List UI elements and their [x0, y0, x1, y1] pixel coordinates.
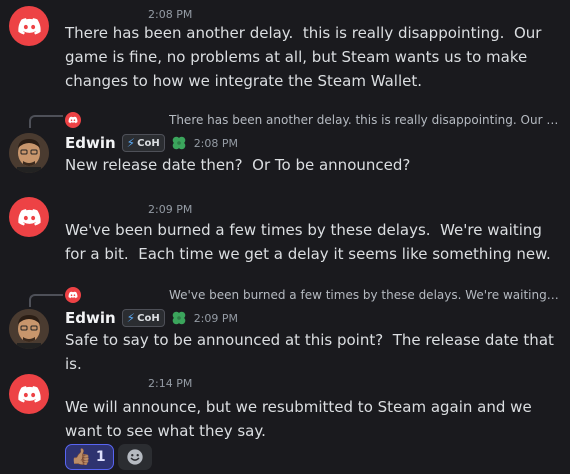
- message-text: New release date then? Or To be announce…: [65, 156, 411, 174]
- message-timestamp: 2:08 PM: [148, 8, 193, 21]
- clover-icon[interactable]: [170, 134, 188, 152]
- user-avatar-edwin[interactable]: [9, 309, 49, 349]
- username[interactable]: Edwin: [65, 134, 116, 152]
- lightning-icon: ⚡: [126, 311, 136, 325]
- smiley-icon: [127, 449, 143, 465]
- message-header: Edwin ⚡ CoH 2:08 PM: [65, 133, 238, 153]
- username[interactable]: Edwin: [65, 309, 116, 327]
- message-text: We will announce, but we resubmitted to …: [65, 398, 537, 440]
- discord-logo-icon: [68, 116, 78, 124]
- add-reaction-button[interactable]: [117, 444, 152, 470]
- message-timestamp: 2:08 PM: [193, 136, 239, 150]
- discord-logo-icon: [17, 208, 41, 226]
- reaction-count: 1: [95, 449, 106, 465]
- reaction-thumbs-up[interactable]: 👍🏽 1: [65, 444, 114, 470]
- message-timestamp: 2:09 PM: [148, 203, 193, 216]
- reply-preview-text[interactable]: There has been another delay. this is re…: [169, 113, 562, 127]
- discord-logo-icon: [17, 385, 41, 403]
- clover-icon[interactable]: [170, 309, 188, 327]
- user-avatar-edwin[interactable]: [9, 133, 49, 173]
- message-text: We've been burned a few times by these d…: [65, 221, 551, 263]
- discord-avatar[interactable]: [9, 197, 49, 237]
- clan-tag[interactable]: ⚡ CoH: [121, 309, 165, 327]
- thumbs-up-icon: 👍🏽: [71, 447, 91, 466]
- message-timestamp: 2:09 PM: [193, 311, 239, 325]
- discord-avatar[interactable]: [9, 374, 49, 414]
- reaction-bar: 👍🏽 1: [65, 444, 152, 470]
- clan-tag-label: CoH: [137, 137, 160, 149]
- user-photo-icon: [9, 309, 49, 349]
- reply-preview-text[interactable]: We've been burned a few times by these d…: [169, 288, 562, 302]
- discord-logo-icon: [17, 17, 41, 35]
- message-text: There has been another delay. this is re…: [65, 24, 547, 90]
- clan-tag-label: CoH: [137, 312, 160, 324]
- message-header: Edwin ⚡ CoH 2:09 PM: [65, 308, 238, 328]
- lightning-icon: ⚡: [126, 136, 136, 150]
- reply-avatar[interactable]: [65, 287, 81, 303]
- user-photo-icon: [9, 133, 49, 173]
- reply-connector: [29, 115, 63, 128]
- discord-avatar[interactable]: [9, 6, 49, 46]
- message-text: Safe to say to be announced at this poin…: [65, 331, 559, 373]
- message-timestamp: 2:14 PM: [148, 377, 193, 390]
- reply-connector: [29, 294, 63, 307]
- clan-tag[interactable]: ⚡ CoH: [121, 134, 165, 152]
- discord-logo-icon: [68, 291, 78, 299]
- reply-avatar[interactable]: [65, 112, 81, 128]
